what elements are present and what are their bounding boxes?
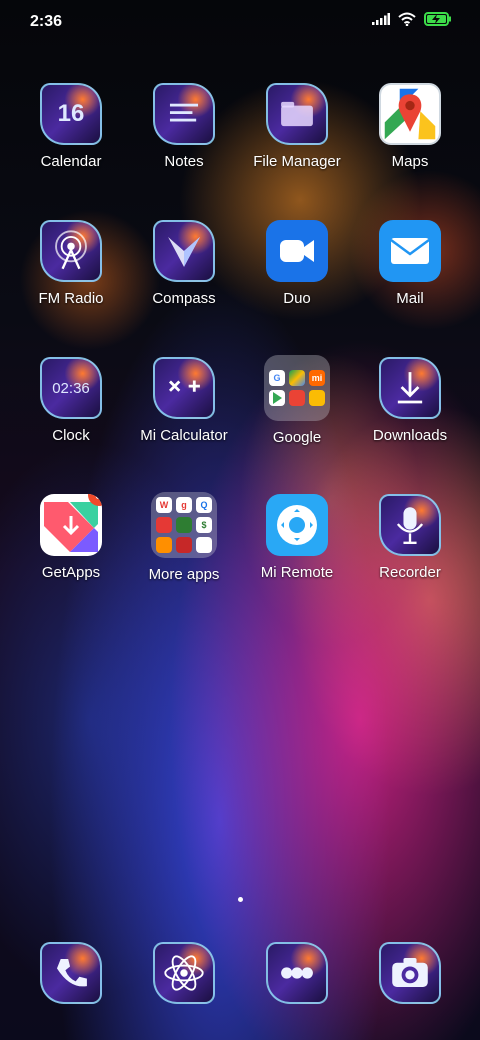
folder-icon [266,83,328,145]
app-folder-more-apps[interactable]: W g Q $ More apps [129,492,239,614]
download-icon [379,357,441,419]
envelope-icon [379,220,441,282]
page-dot-1[interactable] [237,897,243,902]
radio-icon [40,220,102,282]
video-camera-icon [266,220,328,282]
app-compass[interactable]: Compass [129,220,239,340]
phone-icon [40,942,102,1004]
dock-messages[interactable] [242,942,352,1012]
app-label-duo: Duo [283,290,311,307]
app-g-icon: g [176,497,192,513]
app-fm-radio[interactable]: FM Radio [16,220,126,340]
google-drive-icon [289,370,305,386]
google-app-icon [309,390,325,406]
app-mi-remote[interactable]: Mi Remote [242,494,352,614]
folder-icon: G mi [264,355,330,421]
app-calendar[interactable]: 16 Calendar [16,83,126,203]
app-recorder[interactable]: Recorder [355,494,465,614]
mi-icon: mi [309,370,325,386]
app-orange-icon [156,537,172,553]
battery-charging-icon [424,12,451,26]
wps-icon: W [156,497,172,513]
app-label-recorder: Recorder [379,564,441,581]
google-photos-icon [289,390,305,406]
microphone-icon [379,494,441,556]
app-label-downloads: Downloads [372,427,448,444]
app-label-file-manager: File Manager [253,153,341,170]
app-maps[interactable]: Maps [355,83,465,203]
app-label-clock: Clock [52,427,90,444]
app-label-google: Google [272,429,322,446]
app-clock[interactable]: 02:36 Clock [16,357,126,477]
app-label-mi-calculator: Mi Calculator [140,427,228,444]
app-label-notes: Notes [164,153,204,170]
app-notes[interactable]: Notes [129,83,239,203]
app-label-calendar: Calendar [40,153,102,170]
camera-icon [379,942,441,1004]
play-store-icon [269,390,285,406]
app-label-compass: Compass [152,290,216,307]
app-mail[interactable]: Mail [355,220,465,340]
map-pin-icon [379,83,441,145]
page-indicator[interactable] [0,897,480,902]
app-file-manager[interactable]: File Manager [242,83,352,203]
app-downloads[interactable]: Downloads [355,357,465,477]
app-label-getapps: GetApps [41,564,101,581]
app-mi-calculator[interactable]: Mi Calculator [129,357,239,477]
status-icons [372,12,452,26]
app-red-icon [156,517,172,533]
messages-icon [266,942,328,1004]
mi-credit-icon: $ [196,517,212,533]
app-label-mail: Mail [396,290,424,307]
status-time: 2:36 [30,13,63,30]
notes-icon [153,83,215,145]
calculator-icon [153,357,215,419]
google-search-icon: G [269,370,285,386]
app-q-icon: Q [196,497,212,513]
app-folder-google[interactable]: G mi Google [242,355,352,477]
calendar-icon: 16 [40,83,102,145]
wifi-icon [398,12,416,26]
app-duo[interactable]: Duo [242,220,352,340]
clock-icon: 02:36 [40,357,102,419]
app-white-icon [196,537,212,553]
app-dark-red-icon [176,537,192,553]
getapps-icon: 5 [40,494,102,556]
atom-icon [153,942,215,1004]
compass-icon [153,220,215,282]
app-label-maps: Maps [391,153,429,170]
app-green-icon [176,517,192,533]
app-label-more-apps: More apps [148,566,220,583]
dock-phone[interactable] [16,942,126,1012]
status-bar: 2:36 [0,0,480,44]
folder-icon: W g Q $ [151,492,217,558]
app-getapps[interactable]: 5 GetApps [16,494,126,614]
app-label-fm-radio: FM Radio [38,290,104,307]
dock-atom[interactable] [129,942,239,1012]
dock-camera[interactable] [355,942,465,1012]
remote-icon [266,494,328,556]
app-label-mi-remote: Mi Remote [260,564,334,581]
signal-icon [372,13,390,25]
